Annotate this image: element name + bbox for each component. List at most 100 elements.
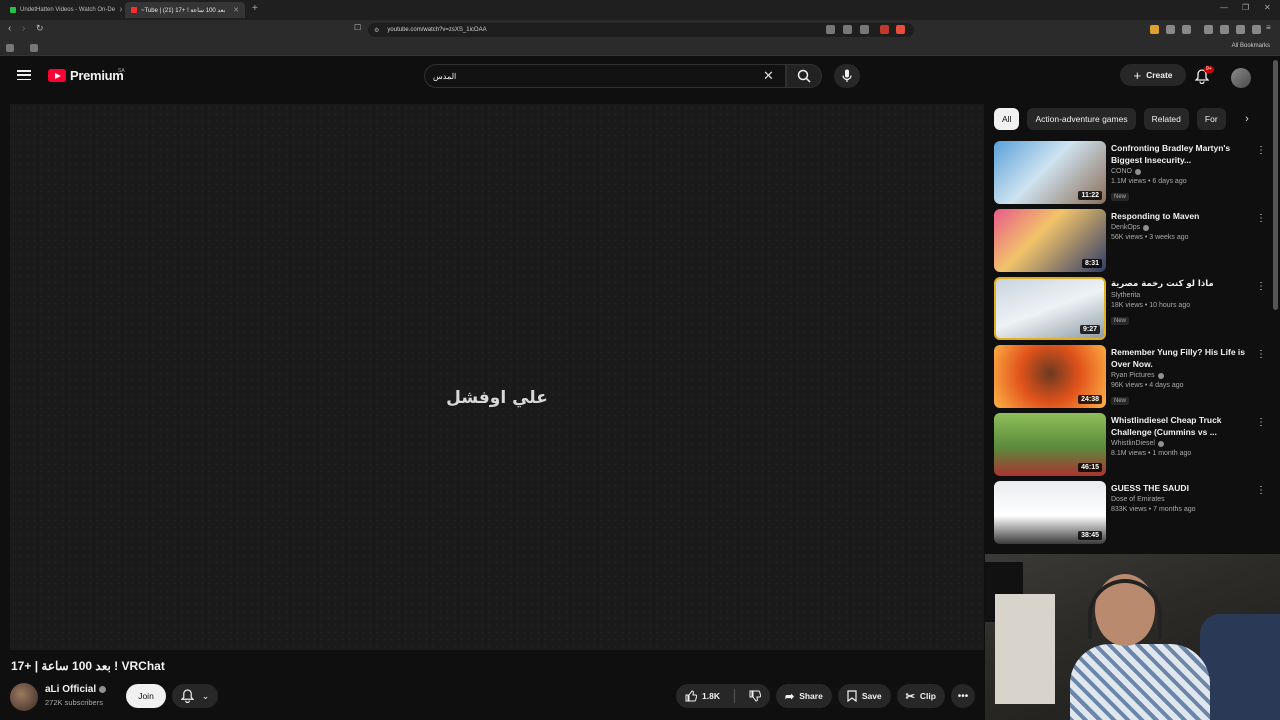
chip-all[interactable]: All [994, 108, 1020, 130]
reload-icon[interactable]: ↻ [36, 23, 44, 34]
video-thumbnail[interactable]: 46:15 [994, 413, 1106, 476]
duration-badge: 11:22 [1078, 191, 1102, 200]
more-actions-button[interactable]: ••• [950, 684, 975, 708]
list-item[interactable]: 24:38 Remember Yung Filly? His Life is O… [994, 345, 1266, 413]
extension-icon[interactable] [896, 25, 905, 34]
forward-icon[interactable]: › [22, 23, 25, 34]
background-shelf [995, 594, 1055, 704]
extension-icon[interactable] [1166, 25, 1175, 34]
join-button[interactable]: Join [126, 684, 166, 708]
download-icon[interactable] [1236, 25, 1245, 34]
back-icon[interactable]: ‹ [8, 23, 11, 34]
voice-search-button[interactable] [834, 64, 860, 88]
minimize-icon[interactable]: — [1220, 3, 1228, 12]
thumbs-up-icon [685, 690, 697, 702]
rec-channel[interactable]: WhistlinDiesel [1111, 440, 1155, 447]
duration-badge: 8:31 [1081, 259, 1102, 268]
rec-channel[interactable]: CONO [1111, 168, 1132, 175]
create-label: Create [1146, 70, 1173, 80]
extension-icon[interactable] [1182, 25, 1191, 34]
dislike-button[interactable] [740, 684, 770, 708]
more-vertical-icon[interactable]: ⋮ [1256, 485, 1266, 496]
rec-title[interactable]: Responding to Maven [1111, 210, 1246, 222]
webcam-overlay [985, 554, 1280, 720]
search-input[interactable]: المدس [424, 64, 786, 88]
hamburger-menu-icon[interactable] [17, 70, 31, 80]
all-bookmarks-link[interactable]: All Bookmarks [1232, 43, 1270, 49]
share-icon: ➦ [784, 690, 795, 703]
clear-search-icon[interactable]: ✕ [763, 68, 774, 84]
list-item[interactable]: 46:15 Whistlindiesel Cheap Truck Challen… [994, 413, 1266, 481]
more-vertical-icon[interactable]: ⋮ [1256, 213, 1266, 224]
folder-icon[interactable] [30, 44, 38, 52]
rec-title[interactable]: Confronting Bradley Martyn's Biggest Ins… [1111, 142, 1246, 166]
close-window-icon[interactable]: ✕ [1264, 3, 1271, 12]
video-thumbnail[interactable]: 11:22 [994, 141, 1106, 204]
list-item[interactable]: 11:22 Confronting Bradley Martyn's Bigge… [994, 141, 1266, 209]
rec-channel[interactable]: Slytherita [1111, 292, 1140, 299]
list-item[interactable]: 38:45 GUESS THE SAUDI Dose of Emirates 8… [994, 481, 1266, 549]
more-vertical-icon[interactable]: ⋮ [1256, 417, 1266, 428]
rec-title[interactable]: ماذا لو كنت رخمة مصرية [1111, 278, 1246, 290]
country-code: SA [118, 68, 125, 74]
apps-icon[interactable] [6, 44, 14, 52]
like-button[interactable]: 1.8K [676, 684, 729, 708]
save-button[interactable]: Save [837, 684, 891, 708]
extension-icon[interactable] [1150, 25, 1159, 34]
browser-tab-active[interactable]: ~Tube | بعد 100 ساعة ! +17 (21) ✕ [125, 2, 245, 18]
zoom-icon[interactable] [843, 25, 852, 34]
rec-title[interactable]: GUESS THE SAUDI [1111, 482, 1246, 494]
chip-action-adventure[interactable]: Action-adventure games [1027, 108, 1136, 130]
menu-icon[interactable]: ≡ [1266, 23, 1271, 32]
verified-badge-icon [99, 686, 107, 693]
site-info-icon[interactable]: ⚙ [374, 27, 379, 34]
video-thumbnail[interactable]: 24:38 [994, 345, 1106, 408]
more-vertical-icon[interactable]: ⋮ [1256, 145, 1266, 156]
like-divider [733, 689, 735, 703]
share-page-icon[interactable] [860, 25, 869, 34]
video-thumbnail[interactable]: 38:45 [994, 481, 1106, 544]
cast-icon[interactable] [826, 25, 835, 34]
create-button[interactable]: + Create [1120, 64, 1186, 86]
page-scrollbar[interactable] [1273, 60, 1278, 310]
channel-avatar[interactable] [10, 683, 38, 711]
close-tab-icon[interactable]: ✕ [119, 6, 122, 14]
clip-button[interactable]: ✂ Clip [896, 684, 945, 708]
rec-channel[interactable]: DenkOps [1111, 224, 1140, 231]
chip-for-you[interactable]: For [1196, 108, 1226, 130]
account-avatar[interactable] [1231, 68, 1251, 88]
search-button[interactable] [786, 64, 822, 88]
rec-channel[interactable]: Dose of Emirates [1111, 496, 1165, 503]
logo-text: Premium [70, 68, 124, 83]
more-vertical-icon[interactable]: ⋮ [1256, 281, 1266, 292]
maximize-icon[interactable]: ❐ [1242, 3, 1249, 12]
new-tab-button[interactable]: + [252, 3, 258, 14]
tab-title: ~Tube | بعد 100 ساعة ! +17 (21) [141, 7, 226, 14]
video-thumbnail[interactable]: 9:27 [994, 277, 1106, 340]
extension-icon[interactable] [1204, 25, 1213, 34]
list-item[interactable]: 9:27 ماذا لو كنت رخمة مصرية Slytherita 1… [994, 277, 1266, 345]
share-button[interactable]: ➦ Share [775, 684, 832, 708]
extension-icon[interactable] [880, 25, 889, 34]
video-actions: 1.8K ➦ Share Save ✂ Clip ••• [676, 684, 975, 708]
list-item[interactable]: 8:31 Responding to Maven DenkOps 56K vie… [994, 209, 1266, 277]
chevron-right-icon[interactable]: › [1238, 110, 1256, 128]
more-vertical-icon[interactable]: ⋮ [1256, 349, 1266, 360]
sidepanel-icon[interactable] [1220, 25, 1229, 34]
chip-related[interactable]: Related [1143, 108, 1189, 130]
bookmark-icon[interactable]: ☐ [354, 23, 361, 32]
video-thumbnail[interactable]: 8:31 [994, 209, 1106, 272]
tab-title: UndetHatten Videos - Watch On-De [20, 7, 116, 13]
rec-title[interactable]: Remember Yung Filly? His Life is Over No… [1111, 346, 1246, 370]
rec-channel[interactable]: Ryan Pictures [1111, 372, 1155, 379]
video-player[interactable]: علي اوفشل [10, 104, 984, 650]
profile-icon[interactable] [1252, 25, 1261, 34]
youtube-premium-logo[interactable]: Premium [48, 68, 124, 83]
rec-title[interactable]: Whistlindiesel Cheap Truck Challenge (Cu… [1111, 414, 1246, 438]
close-tab-icon[interactable]: ✕ [233, 6, 239, 14]
verified-badge-icon [1135, 168, 1141, 175]
subscription-bell-button[interactable]: ⌄ [172, 684, 218, 708]
channel-name-link[interactable]: aLi Official [45, 684, 107, 695]
like-count: 1.8K [702, 691, 720, 701]
browser-tab[interactable]: UndetHatten Videos - Watch On-De ✕ [4, 2, 122, 18]
